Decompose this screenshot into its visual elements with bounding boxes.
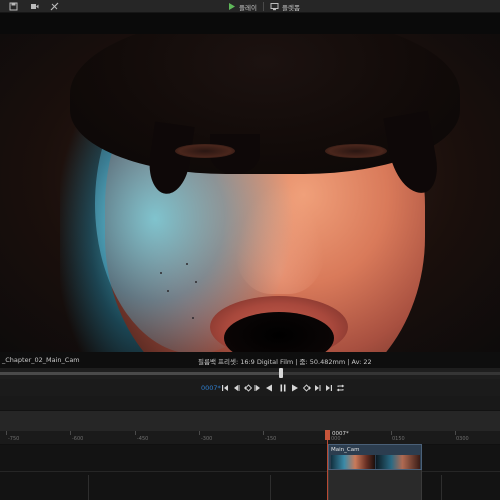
ruler-tick xyxy=(70,431,71,435)
ruler-tick xyxy=(199,431,200,435)
scrub-bar[interactable] xyxy=(0,368,500,379)
shot-clip[interactable]: Main_Cam xyxy=(328,444,422,470)
toolbar-separator xyxy=(263,2,264,11)
pause-button[interactable] xyxy=(278,382,288,393)
play-icon xyxy=(229,3,235,10)
ruler-label: 0150 xyxy=(392,436,405,442)
scrub-progress xyxy=(0,372,281,375)
ruler-label: -300 xyxy=(201,436,213,442)
grid-line xyxy=(88,475,89,500)
play-reverse-icon xyxy=(266,384,272,391)
current-frame[interactable]: 0007* xyxy=(201,384,221,392)
ruler-label: -600 xyxy=(72,436,84,442)
ruler-label: -150 xyxy=(265,436,277,442)
viewport-info-bar: _Chapter_02_Main_Cam 필름백 프리셋: 16:9 Digit… xyxy=(0,352,500,368)
ruler-tick xyxy=(391,431,392,435)
freckle xyxy=(167,290,169,292)
nose xyxy=(235,184,325,294)
save-button[interactable] xyxy=(9,1,18,12)
sequencer-gap xyxy=(0,396,500,410)
ruler-label: -450 xyxy=(137,436,149,442)
play-reverse-button[interactable] xyxy=(264,382,274,393)
camera-button[interactable] xyxy=(30,1,39,12)
grid-line xyxy=(441,475,442,500)
render-menu-label: 플렛폼 xyxy=(282,3,300,12)
step-forward-icon xyxy=(302,383,311,392)
freckle xyxy=(195,281,197,283)
pause-icon xyxy=(280,384,286,391)
ruler-tick xyxy=(135,431,136,435)
jump-end-button[interactable] xyxy=(324,382,334,393)
ruler-label: -750 xyxy=(8,436,20,442)
ruler-tick xyxy=(263,431,264,435)
freckle xyxy=(160,272,162,274)
camera-info: 필름백 프리셋: 16:9 Digital Film | 줌: 50.482mm… xyxy=(198,358,372,366)
prev-key-icon xyxy=(234,384,240,391)
jump-start-icon xyxy=(222,384,228,391)
main-toolbar: 플레이 플렛폼 xyxy=(0,0,500,13)
render-icon xyxy=(270,3,279,11)
next-key-icon xyxy=(254,384,260,391)
shot-name: _Chapter_02_Main_Cam xyxy=(2,356,80,364)
freckle xyxy=(186,263,188,265)
ruler-label: 0300 xyxy=(456,436,469,442)
loop-icon xyxy=(336,384,344,391)
play-menu-label: 플레이 xyxy=(239,3,257,12)
save-icon xyxy=(9,2,18,11)
jump-end-icon xyxy=(326,384,332,391)
ruler-tick xyxy=(455,431,456,435)
step-next-button[interactable] xyxy=(313,382,323,393)
clip-thumbnail xyxy=(376,455,420,469)
left-eye xyxy=(175,144,235,158)
playhead-label: 0007* xyxy=(332,431,349,437)
play-forward-button[interactable] xyxy=(290,382,300,393)
playhead-line xyxy=(327,432,328,500)
add-key-icon xyxy=(243,383,252,392)
next-key-button[interactable] xyxy=(253,382,263,393)
letterbox-top xyxy=(0,13,500,34)
timeline-ruler[interactable]: -750 -600 -450 -300 -150 000 0150 0300 xyxy=(0,431,500,445)
ruler-tick xyxy=(6,431,7,435)
grid-line xyxy=(270,475,271,500)
transport-controls: 0007* xyxy=(0,379,500,396)
loop-button[interactable] xyxy=(335,382,345,393)
jump-start-button[interactable] xyxy=(220,382,230,393)
step-next-icon xyxy=(315,384,321,391)
shot-clip-lower xyxy=(328,470,422,500)
track-divider xyxy=(0,471,500,472)
sequencer-header xyxy=(0,410,500,431)
scrub-handle[interactable] xyxy=(279,368,283,378)
right-eye xyxy=(325,144,387,158)
freckle xyxy=(192,317,194,319)
sequencer-tracks[interactable] xyxy=(0,445,500,500)
playhead-handle[interactable] xyxy=(325,430,330,440)
transform-button[interactable] xyxy=(50,1,59,12)
play-menu-button[interactable]: 플레이 xyxy=(228,1,257,12)
prev-key-button[interactable] xyxy=(231,382,241,393)
camera-icon xyxy=(31,4,39,9)
add-key-button[interactable] xyxy=(242,382,252,393)
transform-icon xyxy=(50,2,59,11)
cinematic-viewport[interactable] xyxy=(0,34,500,352)
play-forward-icon xyxy=(292,384,298,391)
clip-name: Main_Cam xyxy=(331,447,360,453)
step-forward-button[interactable] xyxy=(302,382,312,393)
render-menu-button[interactable]: 플렛폼 xyxy=(270,1,300,12)
clip-thumbnail xyxy=(331,455,375,469)
